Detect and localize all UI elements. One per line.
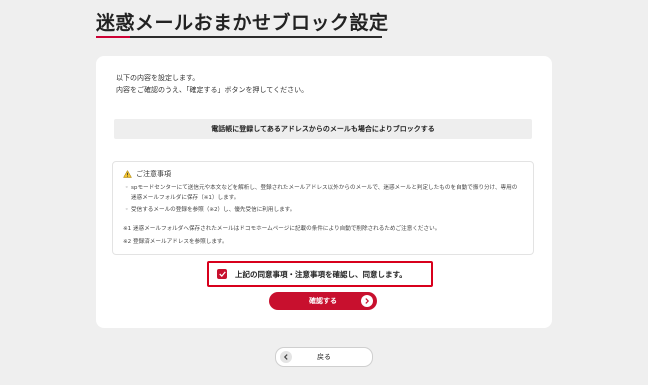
chevron-left-icon [280,351,292,363]
notes-box: ご注意事項 ◦ spモードセンターにて送信元や本文などを解析し、登録されたメール… [112,161,534,255]
intro-line-1: 以下の内容を設定します。 [116,74,200,82]
intro-line-2: 内容をご確認のうえ、「確定する」ボタンを押してください。 [116,86,309,94]
title-accent-bar [96,36,130,38]
note-item-text: 受信するメールの登録を参照（※2）し、優先受信に利用します。 [131,207,296,213]
chevron-right-icon [361,295,373,307]
warning-icon [123,170,132,178]
footnote: ※1 迷惑メールフォルダへ保存されたメールはドコモホームページに記載の条件により… [123,226,441,232]
check-icon [218,271,226,277]
back-button-label: 戻る [317,353,331,361]
notes-heading: ご注意事項 [123,169,171,179]
agree-label: 上記の同意事項・注意事項を確認し、同意します。 [235,269,407,279]
settings-card: 以下の内容を設定します。 内容をご確認のうえ、「確定する」ボタンを押してください… [96,56,552,328]
page-title: 迷惑メールおまかせブロック設定 [96,12,389,34]
back-button[interactable]: 戻る [275,347,373,367]
setting-value: 電話帳に登録してあるアドレスからのメールも場合によりブロックする [211,125,435,133]
note-item: ◦ 受信するメールの登録を参照（※2）し、優先受信に利用します。 [125,205,521,215]
note-item: ◦ spモードセンターにて送信元や本文などを解析し、登録されたメールアドレス以外… [125,183,521,203]
confirm-button[interactable]: 確認する [269,292,377,310]
notes-heading-label: ご注意事項 [136,170,171,178]
footnote: ※2 登録済メールアドレスを参照します。 [123,239,228,245]
intro-text: 以下の内容を設定します。 内容をご確認のうえ、「確定する」ボタンを押してください… [116,72,308,96]
setting-summary: 電話帳に登録してあるアドレスからのメールも場合によりブロックする [114,119,532,139]
note-bullet: ◦ [125,207,129,213]
note-item-text: spモードセンターにて送信元や本文などを解析し、登録されたメールアドレス以外から… [131,185,518,201]
confirm-button-label: 確認する [309,297,337,305]
agree-checkbox[interactable] [217,269,227,279]
note-bullet: ◦ [125,185,129,191]
agree-checkbox-row[interactable]: 上記の同意事項・注意事項を確認し、同意します。 [207,261,433,287]
title-underline [96,36,382,38]
